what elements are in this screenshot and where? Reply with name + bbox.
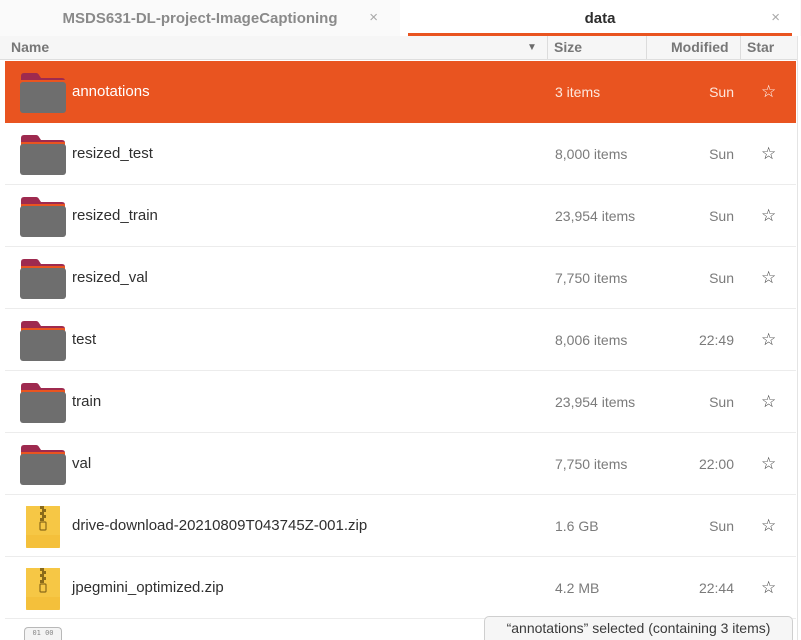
- file-name: val: [72, 455, 92, 472]
- file-size: 1.6 GB: [555, 518, 599, 534]
- file-modified: Sun: [709, 394, 734, 410]
- file-row[interactable]: resized_train 23,954 items Sun ☆: [5, 185, 796, 247]
- column-divider[interactable]: [740, 36, 741, 59]
- file-name: resized_test: [72, 145, 153, 162]
- archive-zip-icon: [19, 503, 67, 550]
- file-name: drive-download-20210809T043745Z-001.zip: [72, 517, 368, 534]
- sort-descending-icon[interactable]: ▼: [527, 36, 537, 59]
- file-modified: 22:49: [698, 332, 734, 348]
- folder-icon: [19, 72, 67, 114]
- file-size: 8,006 items: [555, 332, 628, 348]
- file-size: 3 items: [555, 84, 601, 100]
- column-size-header[interactable]: Size: [554, 36, 582, 59]
- file-row[interactable]: drive-download-20210809T043745Z-001.zip …: [5, 495, 796, 557]
- star-icon[interactable]: ☆: [761, 495, 776, 557]
- column-divider[interactable]: [547, 36, 548, 59]
- scrollbar-track[interactable]: [797, 36, 801, 640]
- tab-label: data: [584, 9, 616, 27]
- folder-icon: [19, 134, 67, 176]
- column-divider[interactable]: [646, 36, 647, 59]
- tab-close-icon[interactable]: ×: [369, 9, 378, 26]
- file-modified: 22:00: [698, 456, 734, 472]
- status-bubble: “annotations” selected (containing 3 ite…: [484, 616, 793, 640]
- file-row[interactable]: annotations 3 items Sun ☆: [5, 61, 796, 123]
- file-name: resized_train: [72, 207, 158, 224]
- file-size: 8,000 items: [555, 146, 628, 162]
- archive-zip-icon: [19, 565, 67, 612]
- star-icon[interactable]: ☆: [761, 433, 776, 495]
- file-name: jpegmini_optimized.zip: [72, 579, 224, 596]
- tab-data[interactable]: data ×: [400, 0, 800, 36]
- file-row[interactable]: test 8,006 items 22:49 ☆: [5, 309, 796, 371]
- file-size: 23,954 items: [555, 394, 636, 410]
- file-name: annotations: [72, 83, 150, 100]
- file-name: resized_val: [72, 269, 148, 286]
- file-size: 4.2 MB: [555, 580, 600, 596]
- file-size: 23,954 items: [555, 208, 636, 224]
- star-icon[interactable]: ☆: [761, 61, 776, 123]
- folder-icon: [19, 196, 67, 238]
- file-row[interactable]: train 23,954 items Sun ☆: [5, 371, 796, 433]
- star-icon[interactable]: ☆: [761, 185, 776, 247]
- folder-icon: [19, 258, 67, 300]
- file-modified: Sun: [709, 270, 734, 286]
- folder-icon: [19, 320, 67, 362]
- star-icon[interactable]: ☆: [761, 557, 776, 619]
- file-modified: 22:44: [698, 580, 734, 596]
- file-row[interactable]: resized_val 7,750 items Sun ☆: [5, 247, 796, 309]
- file-row[interactable]: jpegmini_optimized.zip 4.2 MB 22:44 ☆: [5, 557, 796, 619]
- file-size: 7,750 items: [555, 456, 628, 472]
- file-row[interactable]: resized_test 8,000 items Sun ☆: [5, 123, 796, 185]
- star-icon[interactable]: ☆: [761, 309, 776, 371]
- star-icon[interactable]: ☆: [761, 247, 776, 309]
- column-modified-header[interactable]: Modified: [671, 36, 729, 59]
- file-name: test: [72, 331, 97, 348]
- column-star-header[interactable]: Star: [747, 36, 774, 59]
- file-modified: Sun: [709, 84, 734, 100]
- file-modified: Sun: [709, 518, 734, 534]
- file-modified: Sun: [709, 146, 734, 162]
- file-size: 7,750 items: [555, 270, 628, 286]
- tab-label: MSDS631-DL-project-ImageCaptioning: [62, 9, 338, 27]
- star-icon[interactable]: ☆: [761, 123, 776, 185]
- column-header: Name ▼ Size Modified Star: [0, 36, 801, 60]
- file-manager-window: MSDS631-DL-project-ImageCaptioning × dat…: [0, 0, 801, 640]
- tab-project-folder[interactable]: MSDS631-DL-project-ImageCaptioning ×: [0, 0, 400, 36]
- folder-icon: [19, 444, 67, 486]
- column-name-header[interactable]: Name: [11, 36, 49, 59]
- file-modified: Sun: [709, 208, 734, 224]
- star-icon[interactable]: ☆: [761, 371, 776, 433]
- file-name: train: [72, 393, 102, 410]
- folder-icon: [19, 382, 67, 424]
- partial-file-icon: 01 00: [24, 627, 62, 640]
- tab-close-icon[interactable]: ×: [771, 9, 780, 26]
- file-row[interactable]: val 7,750 items 22:00 ☆: [5, 433, 796, 495]
- tab-bar: MSDS631-DL-project-ImageCaptioning × dat…: [0, 0, 801, 36]
- file-list: annotations 3 items Sun ☆ resized_test 8…: [0, 61, 801, 619]
